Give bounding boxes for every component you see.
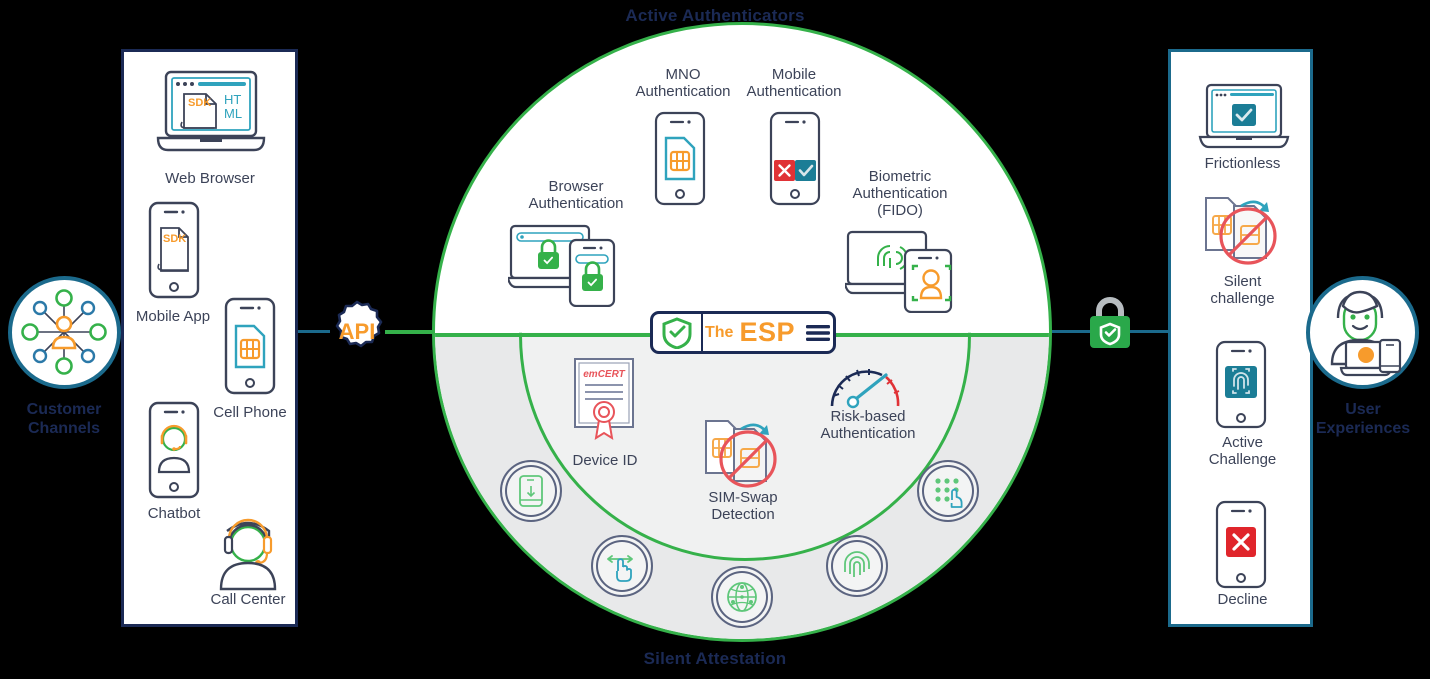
esp-the-label: The [705, 323, 734, 341]
ux-label-active-challenge: Active Challenge [1180, 434, 1305, 468]
lock-node[interactable] [1086, 296, 1134, 352]
svg-text:ML: ML [224, 106, 242, 121]
channel-label-mobile-app: Mobile App [135, 308, 211, 325]
silent-badge-swipe-gesture[interactable] [591, 535, 653, 597]
silent-label-line: Risk-based [830, 408, 906, 425]
api-label: API [338, 319, 376, 344]
diagram-canvas: Active Authenticators Silent Attestation [0, 0, 1430, 679]
channel-item-cell-phone[interactable] [222, 296, 278, 396]
channel-label-call-center: Call Center [210, 591, 286, 608]
auth-label-mobile-authentication: Mobile Authentication [726, 66, 862, 100]
ux-label-decline: Decline [1217, 591, 1268, 608]
esp-text-cell: The ESP [703, 317, 833, 348]
headset-agent-icon [219, 518, 277, 591]
auth-label-line: Authentication [528, 195, 624, 212]
phone-biometric-icon [1215, 340, 1267, 429]
silent-badge-keypad-tap[interactable] [917, 460, 979, 522]
esp-main-label: ESP [739, 317, 795, 347]
channel-item-call-center[interactable] [203, 513, 293, 591]
phone-headset-agent-icon [148, 401, 200, 499]
channel-item-web-browser[interactable]: SDK HT ML [152, 68, 270, 160]
silent-label-line: Detection [711, 506, 775, 523]
auth-label-line: Biometric [868, 168, 932, 185]
silent-label-risk-based-authentication: Risk-based Authentication [799, 408, 937, 442]
sim-swap-blocked-icon [1205, 197, 1277, 265]
svg-text:SDK: SDK [188, 97, 211, 109]
auth-label-line: Authentication [852, 185, 948, 202]
ux-label-line: Silent [1223, 273, 1262, 290]
silent-label-line: Authentication [820, 425, 916, 442]
band-title-silent-attestation: Silent Attestation [643, 649, 787, 668]
laptop-phone-lock-icon [508, 224, 616, 307]
svg-text:SDK: SDK [163, 233, 186, 245]
auth-label-line: Mobile [771, 66, 817, 83]
silent-badge-mobile-device[interactable] [500, 460, 562, 522]
user-experiences-label-line2: Experiences [1315, 420, 1411, 437]
sim-swap-blocked-icon [705, 420, 777, 488]
auth-item-mno-authentication[interactable] [653, 110, 707, 207]
green-padlock-shield-icon [1090, 297, 1130, 348]
auth-label-browser-authentication: Browser Authentication [508, 178, 644, 212]
esp-shield-check-icon [662, 316, 692, 349]
hamburger-menu-icon[interactable] [805, 323, 831, 343]
ux-label-frictionless: Frictionless [1204, 155, 1281, 172]
silent-item-sim-swap-detection[interactable] [700, 415, 786, 493]
mobile-device-badge-icon [519, 475, 543, 507]
esp-logo-cell [653, 314, 703, 351]
risk-gauge-icon [830, 369, 900, 409]
certificate-icon: emCERT [574, 358, 634, 441]
auth-label-line: (FIDO) [877, 202, 923, 219]
ux-item-silent-challenge[interactable] [1200, 192, 1286, 270]
ux-label-line: Challenge [1208, 451, 1277, 468]
ux-label-line: challenge [1210, 290, 1275, 307]
ux-item-decline[interactable] [1213, 500, 1269, 590]
network-hub-user-icon [21, 289, 107, 375]
user-experiences-label-line1: User [1345, 401, 1381, 418]
phone-sdk-icon: SDK [148, 201, 200, 299]
auth-label-line: Browser [548, 178, 604, 195]
silent-badge-globe-network[interactable] [711, 566, 773, 628]
channel-item-mobile-app[interactable]: SDK [146, 200, 202, 300]
esp-platform-box[interactable]: The ESP [650, 311, 836, 354]
auth-label-biometric-authentication: Biometric Authentication (FIDO) [832, 168, 968, 219]
phone-approve-deny-icon [769, 111, 821, 206]
ux-label-silent-challenge: Silent challenge [1180, 273, 1305, 307]
silent-item-device-id[interactable]: emCERT [572, 357, 636, 443]
happy-user-devices-icon [1330, 290, 1402, 377]
auth-item-mobile-authentication[interactable] [768, 110, 822, 207]
swipe-gesture-badge-icon [607, 555, 633, 582]
keypad-tap-badge-icon [935, 478, 963, 508]
silent-item-risk-based-authentication[interactable] [824, 358, 910, 410]
silent-badge-fingerprint[interactable] [826, 535, 888, 597]
auth-item-biometric-authentication[interactable] [845, 228, 965, 313]
channel-item-chatbot[interactable] [146, 400, 202, 500]
laptop-browser-sdk-html-icon: SDK HT ML [156, 70, 266, 152]
phone-sim-card-icon [654, 111, 706, 206]
svg-text:HT: HT [224, 92, 241, 107]
auth-item-browser-authentication[interactable] [508, 222, 633, 307]
ux-item-frictionless[interactable] [1198, 83, 1290, 153]
phone-sim-card-icon [224, 297, 276, 395]
customer-channels-bubble[interactable] [8, 276, 121, 389]
api-node[interactable]: API [325, 300, 389, 364]
laptop-check-icon [1198, 83, 1290, 149]
auth-label-line: Authentication [746, 83, 842, 100]
globe-network-badge-icon [727, 582, 757, 612]
svg-text:emCERT: emCERT [583, 369, 625, 380]
ux-item-active-challenge[interactable] [1213, 340, 1269, 430]
user-experiences-label: User Experiences [1283, 400, 1430, 438]
user-experiences-bubble[interactable] [1306, 276, 1419, 389]
channel-label-cell-phone: Cell Phone [213, 404, 287, 421]
phone-decline-x-icon [1215, 500, 1267, 589]
silent-label-sim-swap-detection: SIM-Swap Detection [677, 489, 809, 523]
silent-label-line: SIM-Swap [708, 489, 778, 506]
channel-label-web-browser: Web Browser [165, 170, 255, 187]
silent-label-device-id: Device ID [572, 452, 638, 469]
fingerprint-badge-icon [844, 551, 870, 577]
laptop-phone-biometric-icon [845, 230, 953, 313]
